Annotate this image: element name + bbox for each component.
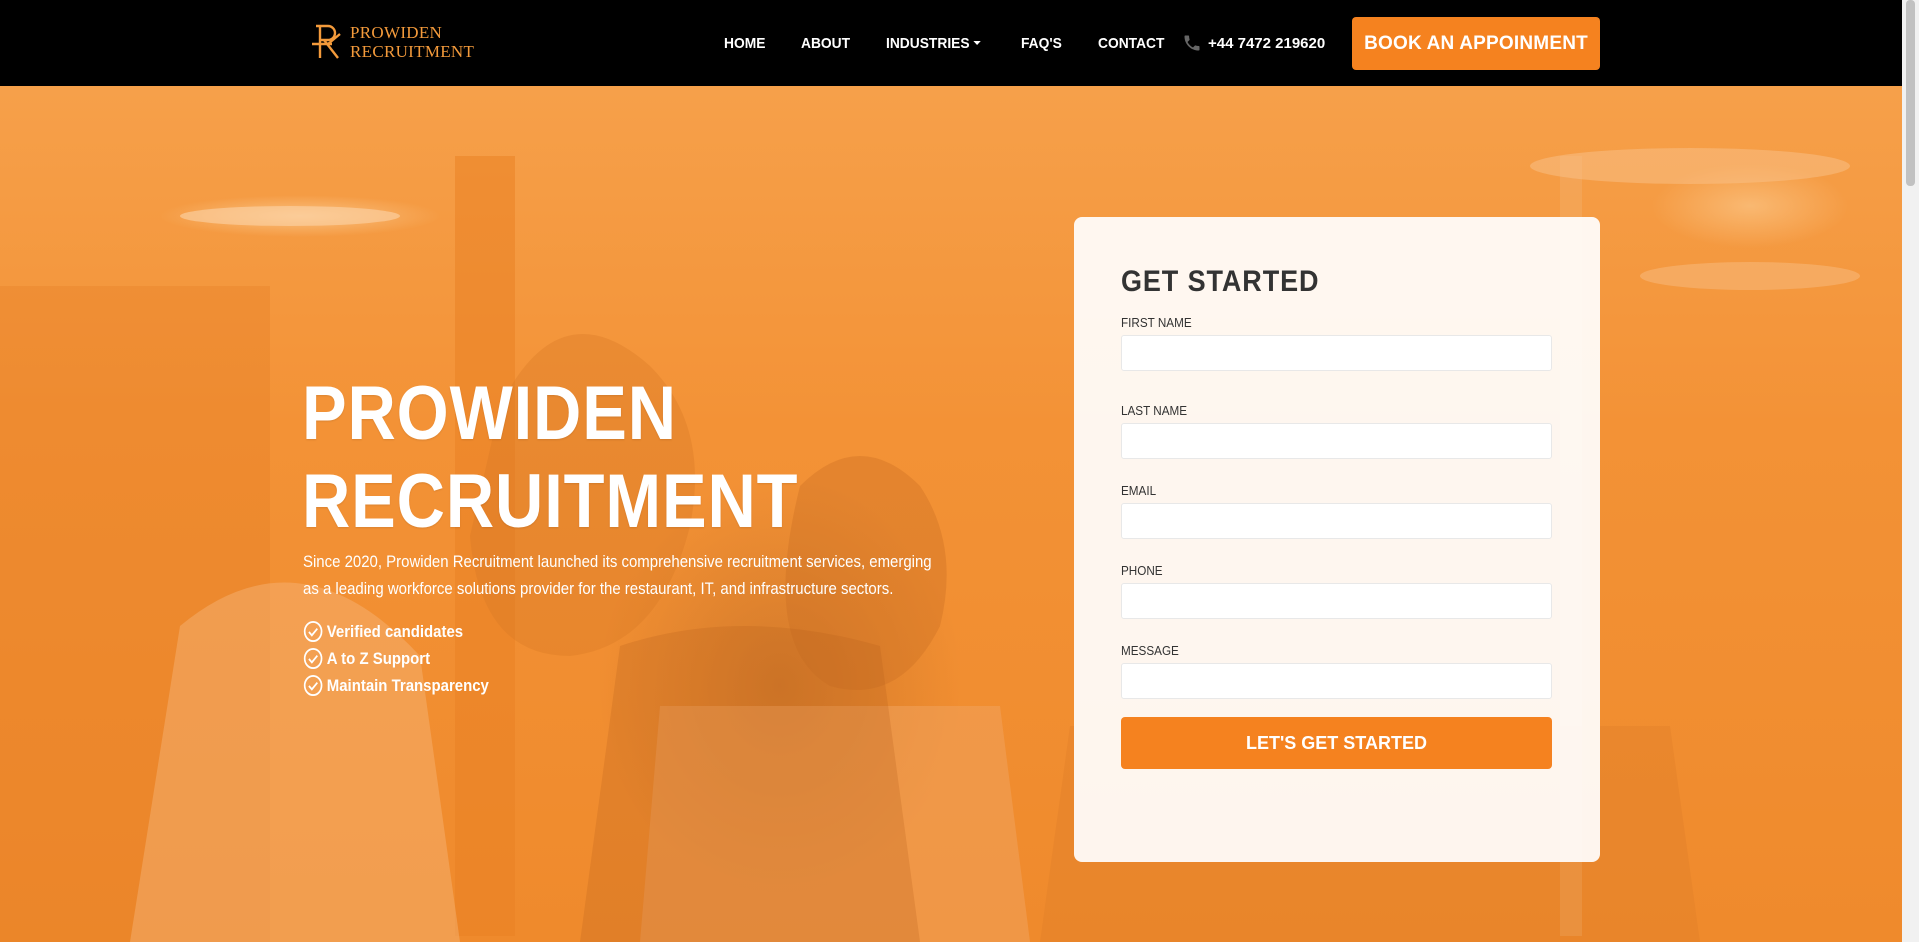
feature-label: Verified candidates xyxy=(326,621,464,641)
feature-item: Maintain Transparency xyxy=(303,672,489,699)
email-input[interactable] xyxy=(1121,503,1552,539)
caret-down-icon xyxy=(973,41,981,45)
form-title: GET STARTED xyxy=(1121,265,1320,298)
nav-industries[interactable]: INDUSTRIES xyxy=(886,35,981,52)
hero-title-line2: RECRUITMENT xyxy=(302,459,799,544)
hero-section: PROWIDEN RECRUITMENT Since 2020, Prowide… xyxy=(0,86,1902,942)
hero-title-line1: PROWIDEN xyxy=(302,371,677,456)
email-label: EMAIL xyxy=(1121,483,1157,498)
last-name-input[interactable] xyxy=(1121,423,1552,459)
phone-input[interactable] xyxy=(1121,583,1552,619)
get-started-form: GET STARTED FIRST NAME LAST NAME EMAIL P… xyxy=(1074,217,1600,862)
page-scrollbar[interactable] xyxy=(1902,0,1919,942)
feature-item: Verified candidates xyxy=(303,618,489,645)
background-photo-overlay xyxy=(0,86,1902,942)
navbar: PROWIDEN RECRUITMENT HOME ABOUT INDUSTRI… xyxy=(0,0,1902,86)
main-nav: HOME ABOUT INDUSTRIES FAQ'S CONTACT xyxy=(724,0,1202,86)
check-circle-icon xyxy=(303,674,323,697)
phone-label: PHONE xyxy=(1121,563,1163,578)
first-name-input[interactable] xyxy=(1121,335,1552,371)
phone-icon xyxy=(1184,35,1200,51)
check-circle-icon xyxy=(303,620,323,643)
logo-text: PROWIDEN RECRUITMENT xyxy=(350,23,474,61)
book-appointment-button[interactable]: BOOK AN APPOINMENT xyxy=(1352,17,1600,70)
lets-get-started-button[interactable]: LET'S GET STARTED xyxy=(1121,717,1552,769)
logo-text-line2: RECRUITMENT xyxy=(350,42,475,61)
message-label: MESSAGE xyxy=(1121,643,1179,658)
nav-contact[interactable]: CONTACT xyxy=(1098,35,1164,52)
logo-text-line1: PROWIDEN xyxy=(350,23,443,42)
feature-list: Verified candidates A to Z Support Maint… xyxy=(303,618,514,699)
feature-label: Maintain Transparency xyxy=(326,675,489,695)
logo-mark-icon xyxy=(310,22,344,62)
hero-description: Since 2020, Prowiden Recruitment launche… xyxy=(303,552,932,598)
phone-link[interactable]: +44 7472 219620 xyxy=(1182,0,1325,86)
first-name-label: FIRST NAME xyxy=(1121,315,1192,330)
hero-title: PROWIDEN RECRUITMENT xyxy=(302,370,798,546)
nav-about[interactable]: ABOUT xyxy=(801,35,850,52)
logo[interactable]: PROWIDEN RECRUITMENT xyxy=(310,22,474,62)
phone-number: +44 7472 219620 xyxy=(1208,34,1326,52)
last-name-label: LAST NAME xyxy=(1121,403,1188,418)
nav-industries-label: INDUSTRIES xyxy=(886,34,970,52)
scrollbar-thumb[interactable] xyxy=(1906,0,1915,186)
nav-faqs[interactable]: FAQ'S xyxy=(1021,35,1062,52)
nav-home[interactable]: HOME xyxy=(724,35,765,52)
feature-item: A to Z Support xyxy=(303,645,489,672)
message-input[interactable] xyxy=(1121,663,1552,699)
feature-label: A to Z Support xyxy=(326,648,431,668)
check-circle-icon xyxy=(303,647,323,670)
